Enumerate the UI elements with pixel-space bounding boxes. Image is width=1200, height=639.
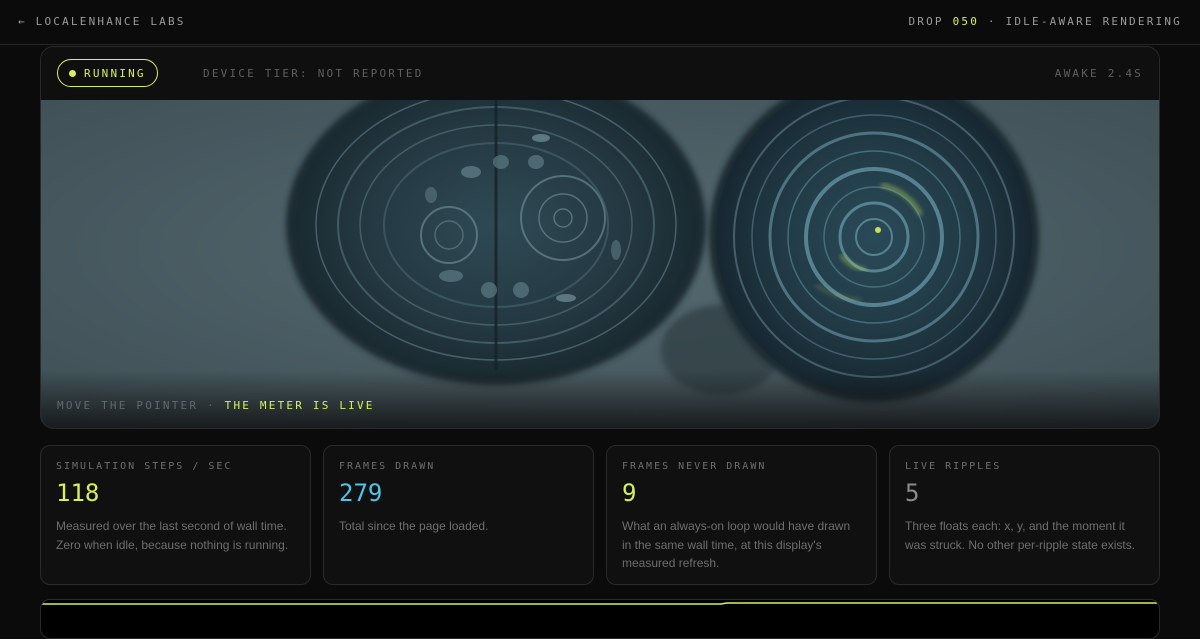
stat-card-steps: Simulation steps / sec 118 Measured over… xyxy=(40,445,311,585)
status-badge: Running xyxy=(57,59,158,87)
top-bar: ← LocalEnhance Labs Drop 050 · Idle-awar… xyxy=(0,0,1200,45)
stage-header: Running Device tier: not reported Awake … xyxy=(41,47,1159,101)
stat-value: 5 xyxy=(905,479,920,507)
device-tier: Device tier: not reported xyxy=(203,67,424,80)
activity-meter-graphic xyxy=(41,602,1159,605)
stat-description: Total since the page loaded. xyxy=(339,519,489,533)
stat-value: 118 xyxy=(56,479,100,507)
drop-prefix: Drop xyxy=(908,15,944,28)
stat-label: Live ripples xyxy=(905,461,1002,472)
stat-description: Measured over the last second of wall ti… xyxy=(56,519,289,552)
canvas-caption: Move the pointer · The meter is live xyxy=(57,399,375,412)
caption-live: The meter is live xyxy=(224,399,375,412)
stat-description: What an always-on loop would have drawn … xyxy=(622,519,851,570)
stat-value: 279 xyxy=(339,479,383,507)
stat-card-frames-drawn: Frames drawn 279 Total since the page lo… xyxy=(323,445,594,585)
status-label: Running xyxy=(84,66,146,80)
awake-timer: Awake 2.4s xyxy=(1054,67,1143,80)
stat-card-frames-never-drawn: Frames never drawn 9 What an always-on l… xyxy=(606,445,877,585)
stat-label: Frames drawn xyxy=(339,461,436,472)
simulation-stage: Running Device tier: not reported Awake … xyxy=(40,46,1160,429)
stat-card-live-ripples: Live ripples 5 Three floats each: x, y, … xyxy=(889,445,1160,585)
drop-suffix: · Idle-aware rendering xyxy=(987,15,1182,28)
caption-prefix: Move the pointer · xyxy=(57,399,216,412)
status-dot-icon xyxy=(69,69,76,77)
stat-description: Three floats each: x, y, and the moment … xyxy=(905,519,1136,552)
ripple-canvas[interactable]: Move the pointer · The meter is live xyxy=(41,100,1159,428)
stat-label: Simulation steps / sec xyxy=(56,461,233,472)
stat-value: 9 xyxy=(622,479,637,507)
activity-meter xyxy=(40,599,1160,639)
drop-info: Drop 050 · Idle-aware rendering xyxy=(908,15,1182,28)
drop-number: 050 xyxy=(952,15,980,28)
stat-label: Frames never drawn xyxy=(622,461,767,472)
back-link[interactable]: ← LocalEnhance Labs xyxy=(18,15,186,28)
